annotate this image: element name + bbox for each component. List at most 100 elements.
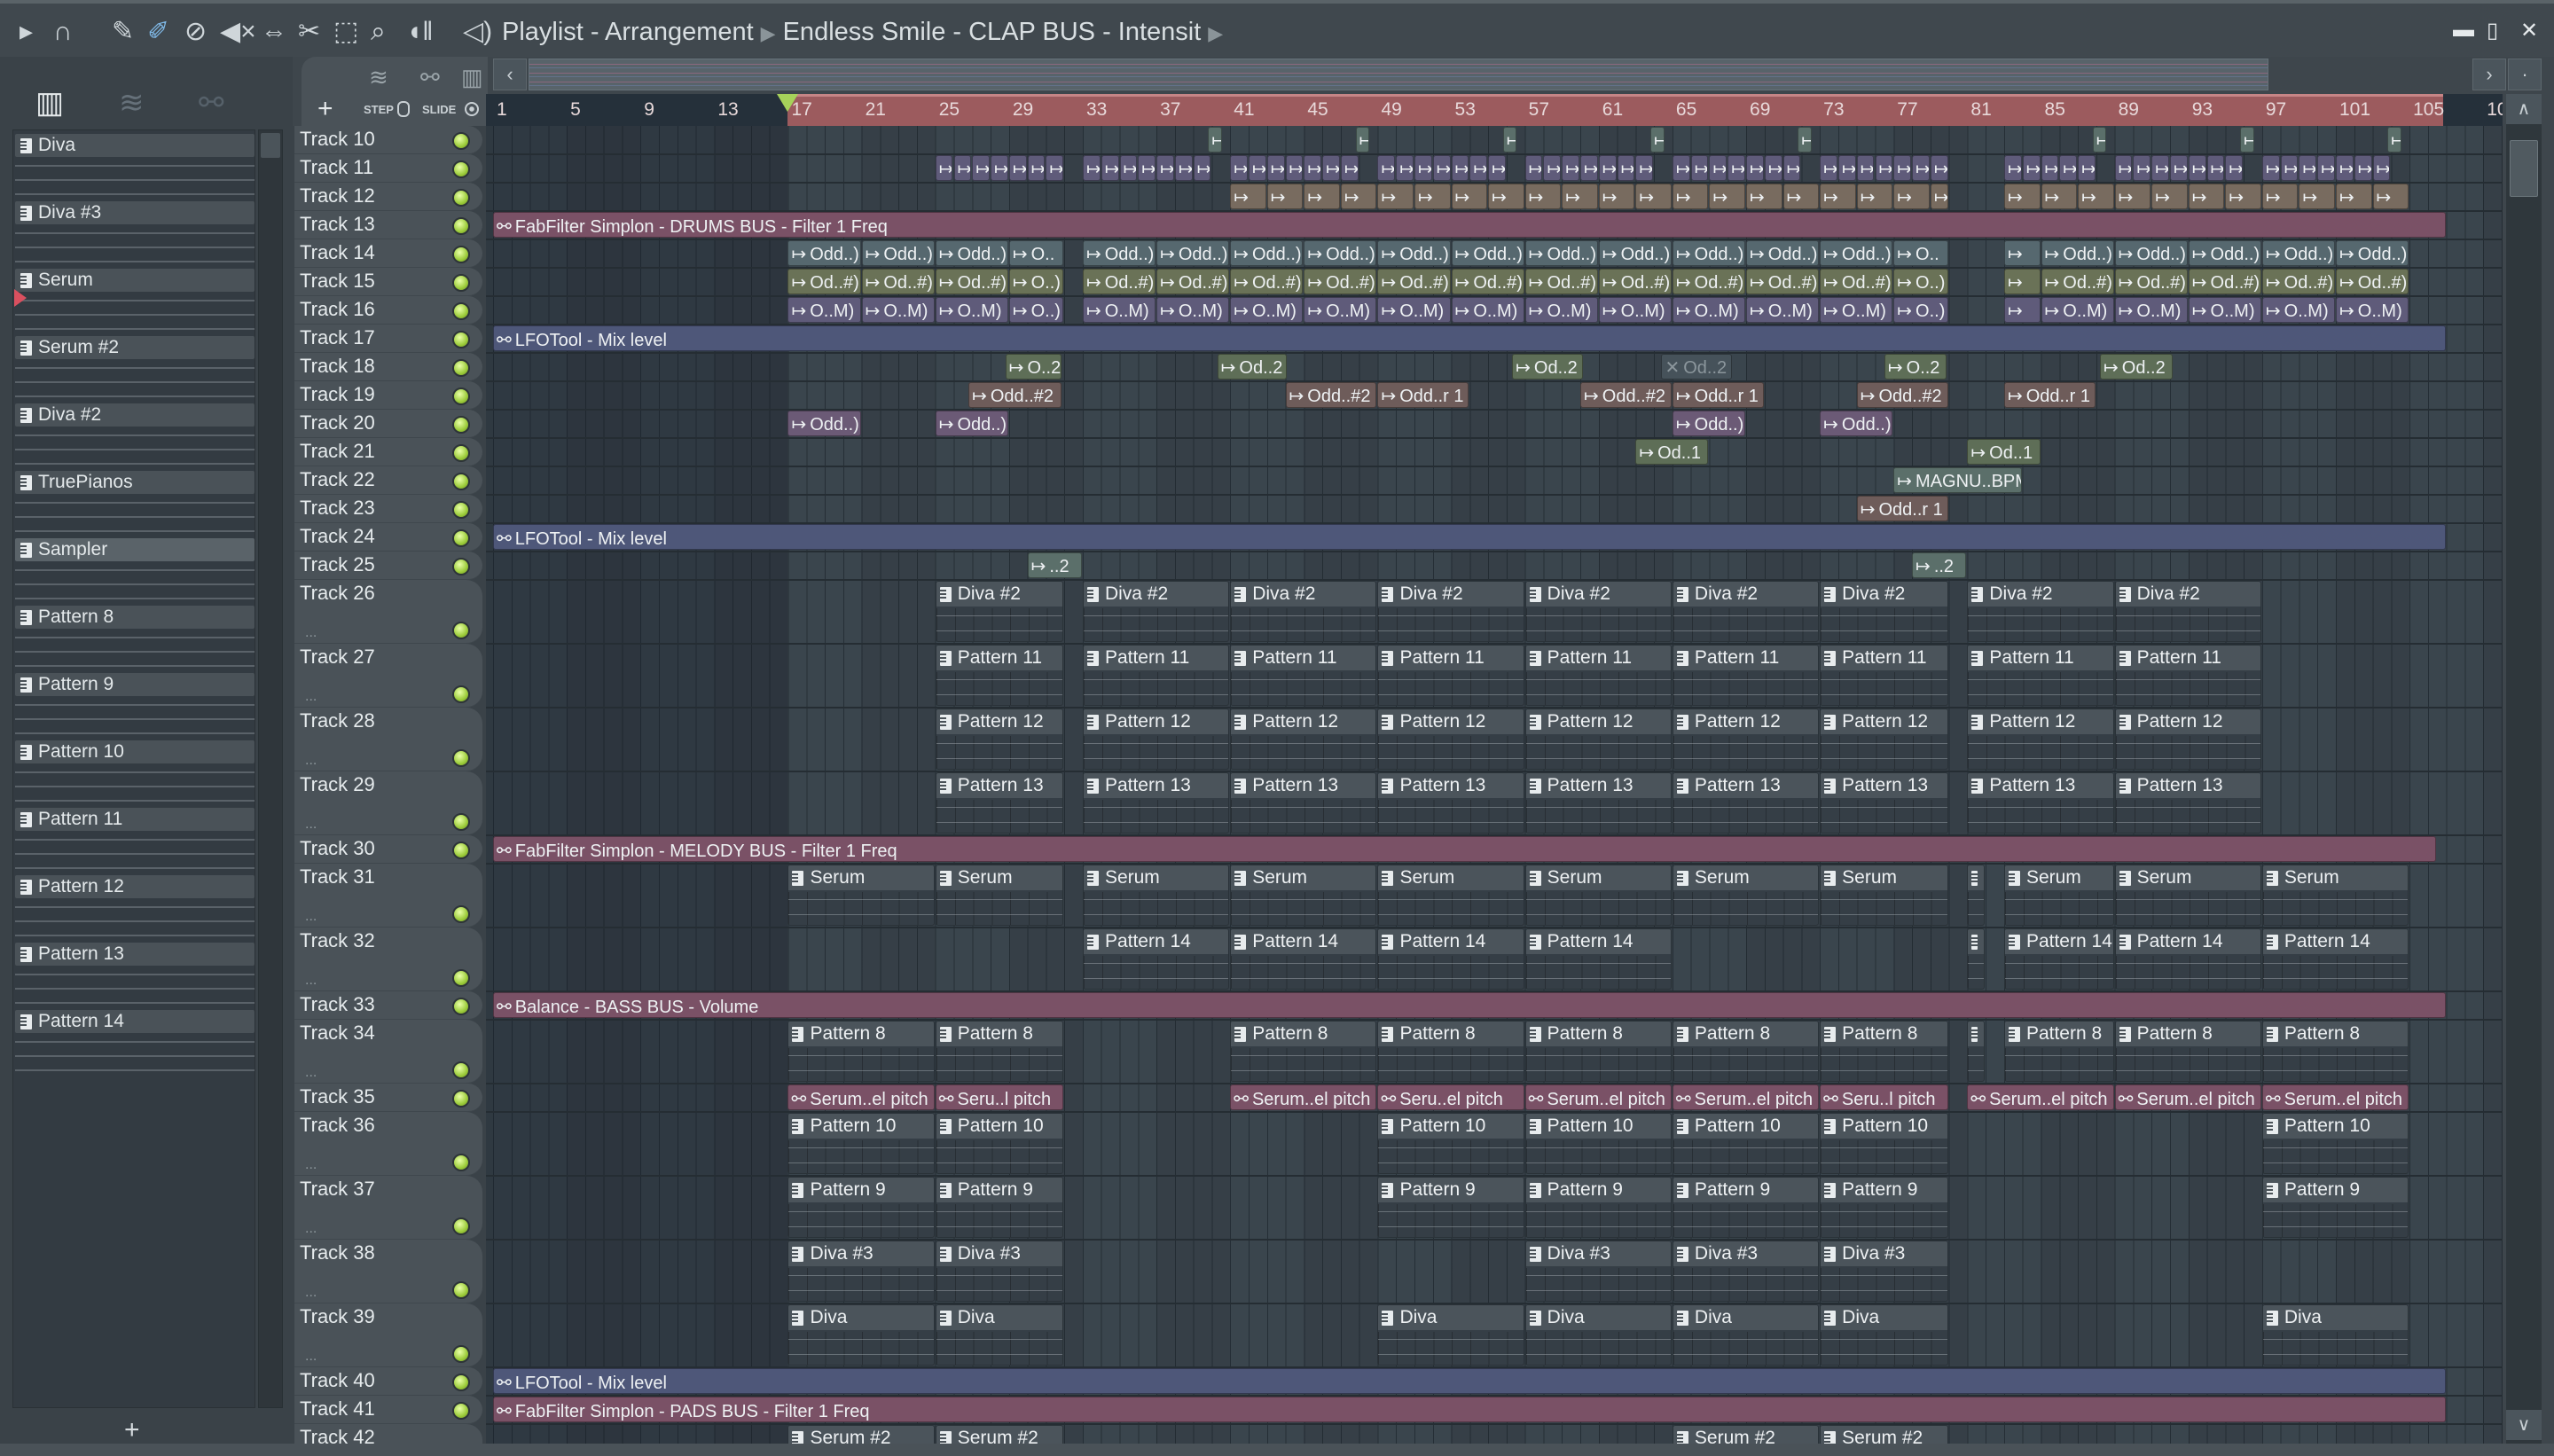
picker-item[interactable]: Diva #2 — [15, 403, 255, 471]
audio-clip[interactable]: ↦ Odd..) — [787, 411, 861, 436]
track-enable-led[interactable] — [452, 416, 470, 434]
audio-clip[interactable]: ↦ — [1082, 155, 1101, 181]
audio-clip[interactable]: ↦ — [2188, 155, 2206, 181]
picker-item-header[interactable]: Pattern 11 — [15, 808, 255, 831]
auto-clip[interactable]: ⚯ Serum..el pitch — [1230, 1084, 1377, 1110]
audio-clip[interactable]: ↦ Odd..) — [1377, 240, 1451, 266]
audio-clip[interactable]: ↦ — [1451, 155, 1469, 181]
pat-clip[interactable]: Pattern 11 — [1967, 645, 2114, 706]
track-name[interactable]: Track 23 — [300, 497, 375, 520]
track-header[interactable]: Track 37... — [294, 1176, 482, 1240]
track-enable-led[interactable] — [452, 969, 470, 987]
pat-clip[interactable]: Diva #2 — [1524, 581, 1672, 642]
audio-clip[interactable]: ↦ — [1377, 184, 1414, 209]
pat-clip[interactable] — [1967, 928, 1986, 990]
audio-clip[interactable]: ↦ Od..1 — [1635, 439, 1709, 465]
audio-clip[interactable]: ↦ Od..#) — [1082, 269, 1156, 294]
track-name[interactable]: Track 26 — [300, 582, 375, 605]
pat-clip[interactable]: Pattern 14 — [1524, 928, 1672, 990]
pat-clip[interactable]: Pattern 10 — [1672, 1113, 1820, 1174]
audio-clip[interactable]: ↦ Odd..r 1 — [1377, 382, 1469, 408]
audio-clip[interactable]: ↦ Od..#) — [2188, 269, 2261, 294]
audio-clip[interactable]: ↦ — [1266, 155, 1285, 181]
audio-clip[interactable]: ↦ O..) — [1008, 297, 1064, 323]
piano-roll-icon[interactable]: ▥ — [35, 85, 64, 121]
audio-clip[interactable]: ↦ — [1193, 155, 1211, 181]
audio-clip[interactable]: ↦ — [1562, 155, 1579, 181]
picker-item[interactable]: Pattern 14 — [15, 1010, 255, 1077]
pat-clip[interactable]: Pattern 9 — [2261, 1177, 2409, 1238]
pat-clip[interactable]: Pattern 8 — [1377, 1021, 1524, 1082]
audio-clip[interactable]: ↦ — [1782, 155, 1801, 181]
audio-clip[interactable]: ↦ — [1875, 155, 1893, 181]
audio-clip[interactable]: ↦ Od..#) — [1377, 269, 1451, 294]
pat-clip[interactable]: Pattern 9 — [1820, 1177, 1948, 1238]
audio-clip[interactable]: ↦ O..M) — [1304, 297, 1377, 323]
track-header[interactable]: Track 22 — [294, 466, 482, 495]
audio-clip[interactable]: ↦ — [1340, 184, 1377, 209]
audio-clip[interactable]: ↦ Od..#) — [935, 269, 1008, 294]
audio-clip[interactable]: ↦ — [2059, 155, 2078, 181]
audio-clip[interactable]: ↦ O..M) — [1156, 297, 1230, 323]
audio-clip[interactable]: ↦MAGNU..BPM) — [1893, 467, 2022, 493]
audio-clip[interactable]: ↦ O..M) — [1377, 297, 1451, 323]
audio-clip[interactable]: ↦ — [2280, 155, 2299, 181]
track-name[interactable]: Track 32 — [300, 929, 375, 952]
pat-clip[interactable]: Pattern 11 — [1230, 645, 1377, 706]
audio-clip[interactable]: ↦ — [1635, 155, 1654, 181]
audio-clip[interactable]: ↦ — [2003, 297, 2041, 323]
audio-clip[interactable]: ↦ — [1174, 155, 1193, 181]
track-header[interactable]: Track 16 — [294, 296, 482, 325]
audio-clip[interactable]: ↦ — [1856, 184, 1893, 209]
track-name[interactable]: Track 16 — [300, 298, 375, 321]
audio-clip[interactable]: ↦ — [1893, 184, 1930, 209]
audio-clip[interactable]: ↦ Odd..) — [1082, 240, 1156, 266]
audio-clip[interactable]: ↦ — [2225, 184, 2261, 209]
picker-item[interactable]: Serum #2 — [15, 336, 255, 403]
track-name[interactable]: Track 18 — [300, 355, 375, 378]
track-header[interactable]: Track 29... — [294, 771, 482, 835]
audio-clip[interactable]: ↦ O..2 — [1884, 354, 1947, 380]
audio-clip[interactable]: ↦ Odd..) — [2114, 240, 2188, 266]
audio-clip[interactable]: ↦ — [1562, 184, 1598, 209]
track-name[interactable]: Track 37 — [300, 1178, 375, 1201]
timeline-ruler[interactable]: 1 5 9 13 17 21 25 29 33 37 41 45 49 53 57 61 65 69 73 77 81 8… — [486, 94, 2503, 126]
auto-clip[interactable]: ⚯ LFOTool - Mix level — [493, 524, 2446, 550]
track-name[interactable]: Track 13 — [300, 213, 375, 236]
track-name[interactable]: Track 40 — [300, 1369, 375, 1392]
audio-clip[interactable]: ↦ — [2372, 184, 2409, 209]
menu-arrow-icon[interactable]: ▸ — [20, 16, 33, 48]
step-toggle[interactable] — [397, 101, 410, 117]
audio-clip[interactable]: ↦ O..M) — [2261, 297, 2335, 323]
track-header[interactable]: Track 20 — [294, 410, 482, 438]
audio-clip[interactable]: ↦ O.. — [1893, 240, 1948, 266]
pat-clip[interactable]: Pattern 13 — [1672, 772, 1820, 834]
pat-clip[interactable]: Diva — [1377, 1304, 1524, 1366]
pat-clip[interactable]: Pattern 13 — [1377, 772, 1524, 834]
track-header[interactable]: Track 42 — [294, 1424, 482, 1444]
audio-clip[interactable]: ↦ — [2336, 184, 2372, 209]
auto-clip[interactable]: ⚯ Serum..el pitch — [2261, 1084, 2409, 1110]
audio-clip[interactable]: ↦ Od..#) — [2336, 269, 2409, 294]
pat-clip[interactable]: Pattern 10 — [935, 1113, 1064, 1174]
track-name[interactable]: Track 21 — [300, 440, 375, 463]
slide-toggle[interactable] — [465, 102, 479, 116]
audio-clip[interactable]: ↦ Odd..) — [1672, 240, 1746, 266]
track-name[interactable]: Track 10 — [300, 128, 375, 151]
picker-item-header[interactable]: Sampler — [15, 538, 255, 561]
audio-clip[interactable]: ↦ Od..#) — [1524, 269, 1598, 294]
picker-item[interactable]: TruePianos — [15, 471, 255, 538]
pat-clip[interactable]: Pattern 13 — [935, 772, 1064, 834]
audio-clip[interactable]: ↦ O..M) — [1451, 297, 1524, 323]
picker-scrollbar[interactable] — [258, 129, 283, 1408]
audio-clip[interactable]: ↦ Odd..) — [935, 240, 1008, 266]
track-name[interactable]: Track 29 — [300, 773, 375, 796]
audio-clip[interactable]: ↦ Odd..#2 — [1580, 382, 1672, 408]
pat-clip[interactable]: Pattern 12 — [1524, 708, 1672, 770]
pat-clip[interactable]: Diva #3 — [787, 1241, 935, 1302]
pat-clip[interactable]: Pattern 8 — [1230, 1021, 1377, 1082]
audio-clip[interactable]: ↦ — [2114, 155, 2133, 181]
pat-clip[interactable]: Pattern 10 — [787, 1113, 935, 1174]
audio-clip[interactable]: ↦ Odd..r 1 — [1856, 496, 1948, 521]
track-enable-led[interactable] — [452, 1281, 470, 1299]
